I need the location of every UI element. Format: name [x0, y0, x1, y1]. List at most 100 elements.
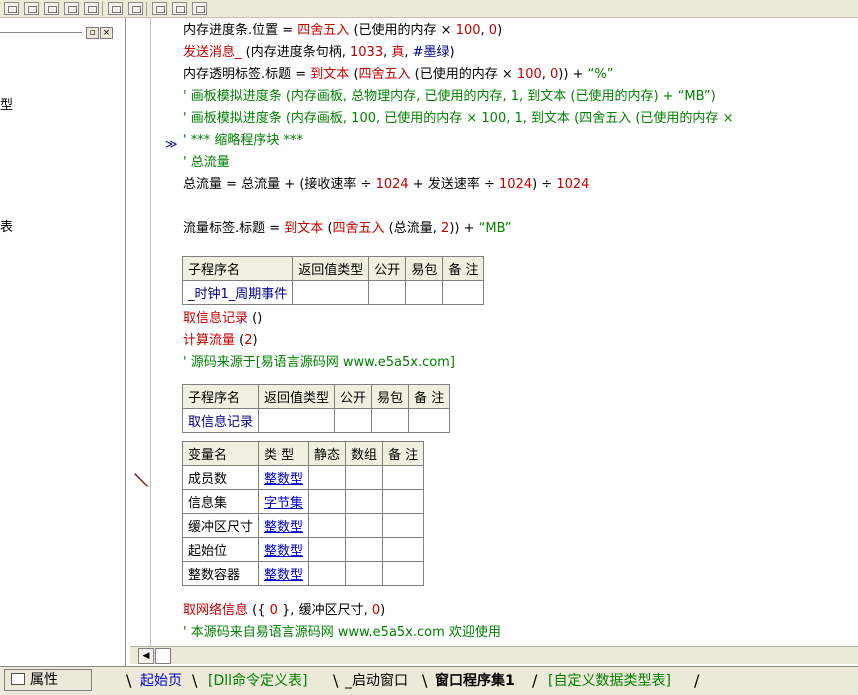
- table-cell[interactable]: 字节集: [258, 489, 310, 514]
- table-row[interactable]: _时钟1_周期事件: [181, 280, 485, 305]
- code-line[interactable]: 取网络信息 ({ 0 }, 缓冲区尺寸, 0): [183, 600, 385, 622]
- table-cell[interactable]: 整数型: [258, 465, 310, 490]
- table-row[interactable]: 取信息记录: [181, 408, 451, 433]
- table-header-cell: 备 注: [408, 384, 451, 409]
- table-cell[interactable]: [334, 408, 373, 433]
- tab-custom-types[interactable]: [自定义数据类型表]: [548, 670, 671, 692]
- table-row[interactable]: 信息集 字节集: [181, 489, 425, 514]
- table-cell[interactable]: 取信息记录: [181, 408, 260, 433]
- v-space-icon[interactable]: [172, 2, 187, 15]
- code-line[interactable]: 内存进度条.位置 = 四舍五入 (已使用的内存 × 100, 0): [183, 20, 502, 42]
- horizontal-scrollbar[interactable]: ◀: [130, 646, 858, 664]
- center-icon[interactable]: [192, 2, 207, 15]
- table-cell[interactable]: [368, 280, 407, 305]
- align-center-icon[interactable]: [24, 2, 39, 15]
- table-cell[interactable]: [345, 513, 384, 538]
- tab-separator: /: [694, 671, 700, 690]
- table-cell[interactable]: 整数型: [258, 561, 310, 586]
- table-cell[interactable]: [345, 489, 384, 514]
- table-header-cell: 静态: [308, 441, 347, 466]
- table-header-cell: 子程序名: [181, 256, 294, 281]
- properties-icon: [11, 673, 25, 685]
- code-line[interactable]: ' 画板模拟进度条 (内存画板, 总物理内存, 已使用的内存, 1, 到文本 (…: [183, 86, 716, 108]
- scroll-left-button[interactable]: ◀: [138, 648, 154, 664]
- table-header-row: 变量名类 型静态 数组备 注: [181, 441, 425, 466]
- table-cell[interactable]: 整数型: [258, 537, 310, 562]
- table-cell[interactable]: [345, 537, 384, 562]
- table-cell[interactable]: [345, 465, 384, 490]
- code-line[interactable]: ' *** 缩略程序块 ***: [183, 130, 303, 152]
- h-space-icon[interactable]: [152, 2, 167, 15]
- table-cell[interactable]: [345, 561, 384, 586]
- tab-start-page[interactable]: 起始页: [140, 670, 182, 692]
- code-token: 内存透明标签.标题: [183, 67, 296, 82]
- close-button[interactable]: ×: [100, 27, 113, 39]
- table-row[interactable]: 起始位 整数型: [181, 537, 425, 562]
- table-cell[interactable]: _时钟1_周期事件: [181, 280, 294, 305]
- table-cell[interactable]: [308, 465, 347, 490]
- code-line[interactable]: 发送消息_ (内存进度条句柄, 1033, 真, #墨绿): [183, 42, 455, 64]
- align-right-icon[interactable]: [64, 2, 79, 15]
- table-cell[interactable]: 整数容器: [181, 561, 260, 586]
- scroll-thumb[interactable]: [155, 648, 171, 664]
- table-cell[interactable]: 起始位: [181, 537, 260, 562]
- table-cell[interactable]: [308, 537, 347, 562]
- code-token: #墨绿: [412, 45, 450, 60]
- code-token: 总流量 + (接收速率 ÷: [241, 177, 376, 192]
- code-token: 1024: [556, 177, 590, 192]
- table-cell[interactable]: [408, 408, 451, 433]
- code-line[interactable]: ' 总流量: [183, 152, 230, 174]
- tab-separator: \: [192, 671, 198, 690]
- table-header-row: 子程序名 返回值类型 公开 易包备 注: [181, 256, 485, 281]
- code-token: ): [449, 45, 455, 60]
- code-line[interactable]: ' 本源码来自易语言源码网 www.e5a5x.com 欢迎使用: [183, 622, 501, 644]
- code-token: ): [497, 23, 503, 38]
- code-line[interactable]: 总流量 = 总流量 + (接收速率 ÷ 1024 + 发送速率 ÷ 1024) …: [183, 174, 589, 196]
- table-cell[interactable]: 整数型: [258, 513, 310, 538]
- tab-startup-window[interactable]: _启动窗口: [345, 670, 408, 692]
- code-token: =: [269, 221, 285, 236]
- table-cell[interactable]: [371, 408, 410, 433]
- code-line[interactable]: 流量标签.标题 = 到文本 (四舍五入 (总流量, 2)) + “MB”: [183, 218, 512, 240]
- code-editor[interactable]: 内存进度条.位置 = 四舍五入 (已使用的内存 × 100, 0) 发送消息_ (…: [151, 18, 858, 646]
- subroutine-table: 子程序名 返回值类型 公开 易包备 注 _时钟1_周期事件: [181, 256, 485, 305]
- code-line[interactable]: 取信息记录 (): [183, 308, 262, 330]
- table-row[interactable]: 缓冲区尺寸 整数型: [181, 513, 425, 538]
- table-cell[interactable]: [258, 408, 336, 433]
- tab-window-program-set[interactable]: 窗口程序集1: [435, 670, 515, 692]
- same-width-icon[interactable]: [108, 2, 123, 15]
- table-cell[interactable]: [382, 489, 425, 514]
- code-line[interactable]: ' 源码来源于[易语言源码网 www.e5a5x.com]: [183, 352, 455, 374]
- table-cell[interactable]: [308, 513, 347, 538]
- table-cell[interactable]: [382, 561, 425, 586]
- align-left-icon[interactable]: [4, 2, 19, 15]
- code-token: (已使用的内存 ×: [349, 23, 456, 38]
- code-line[interactable]: ' 画板模拟进度条 (内存画板, 100, 已使用的内存 × 100, 1, 到…: [183, 108, 733, 130]
- table-header-cell: 易包: [371, 384, 410, 409]
- table-row[interactable]: 整数容器 整数型: [181, 561, 425, 586]
- table-cell[interactable]: [308, 561, 347, 586]
- table-cell[interactable]: [382, 465, 425, 490]
- code-line[interactable]: 内存透明标签.标题 = 到文本 (四舍五入 (已使用的内存 × 100, 0))…: [183, 64, 613, 86]
- table-cell[interactable]: 成员数: [181, 465, 260, 490]
- table-cell[interactable]: [382, 513, 425, 538]
- table-cell[interactable]: 缓冲区尺寸: [181, 513, 260, 538]
- table-cell[interactable]: [442, 280, 485, 305]
- code-token: )) +: [449, 221, 479, 236]
- properties-button[interactable]: 属性: [4, 669, 92, 691]
- code-token: 0: [371, 603, 381, 618]
- table-cell[interactable]: [292, 280, 370, 305]
- code-line[interactable]: 计算流量 (2): [183, 330, 258, 352]
- same-height-icon[interactable]: [128, 2, 143, 15]
- code-token: “MB”: [478, 221, 512, 236]
- align-bottom-icon[interactable]: [84, 2, 99, 15]
- table-cell[interactable]: [382, 537, 425, 562]
- table-cell[interactable]: [308, 489, 347, 514]
- tab-dll-commands[interactable]: [Dll命令定义表]: [208, 670, 307, 692]
- table-cell[interactable]: [405, 280, 444, 305]
- table-header-cell: 返回值类型: [258, 384, 336, 409]
- table-row[interactable]: 成员数 整数型: [181, 465, 425, 490]
- minimize-button[interactable]: ▫: [86, 27, 99, 39]
- table-cell[interactable]: 信息集: [181, 489, 260, 514]
- align-top-icon[interactable]: [44, 2, 59, 15]
